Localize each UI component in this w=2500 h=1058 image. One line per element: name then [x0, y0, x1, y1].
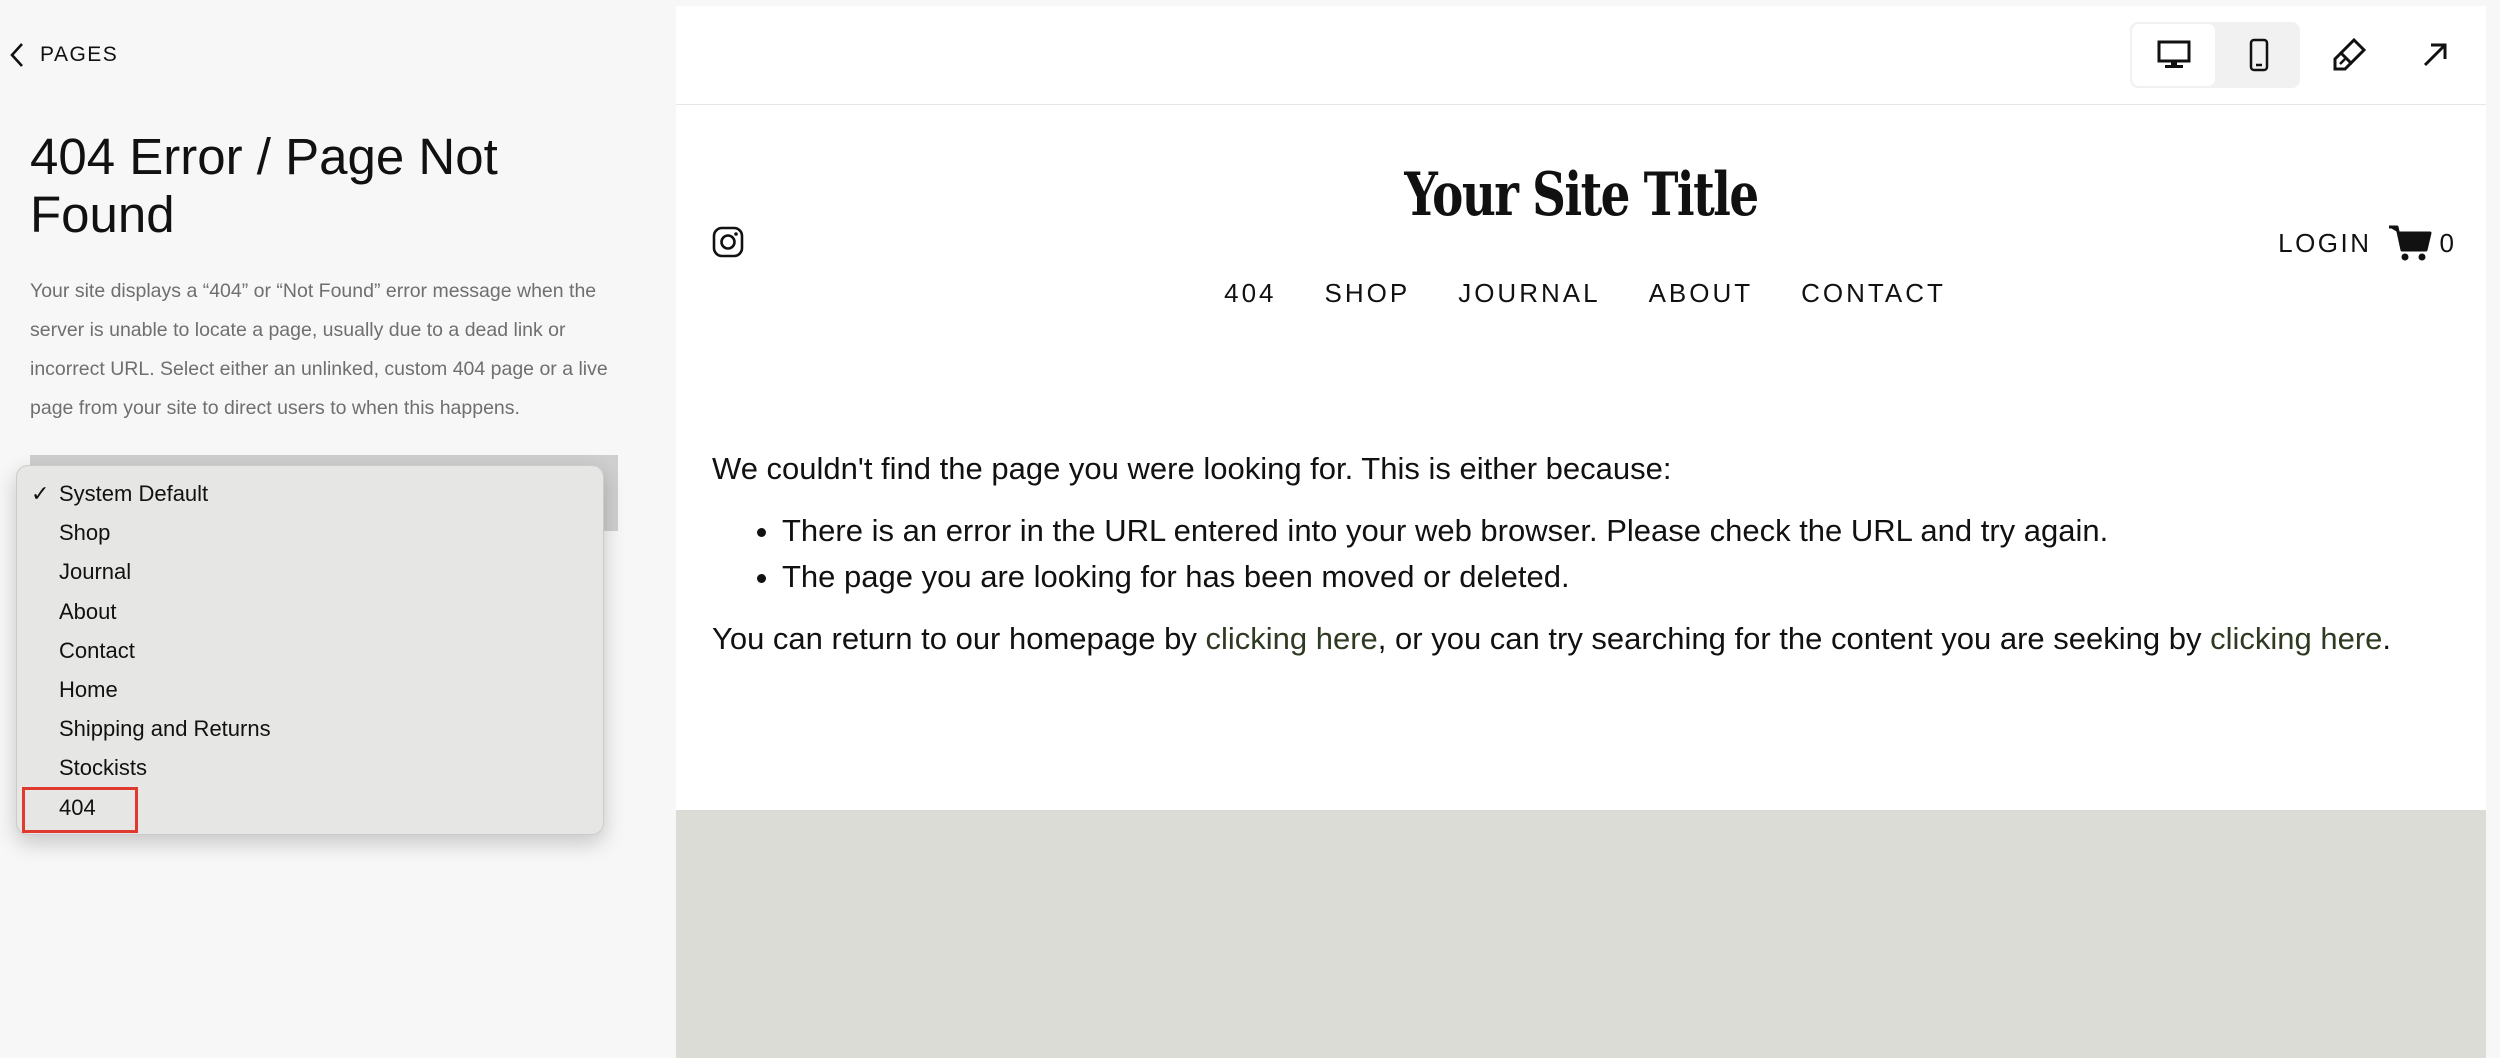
header-actions: LOGIN 0: [2278, 220, 2454, 266]
dropdown-option-stockists[interactable]: Stockists: [17, 748, 603, 787]
dropdown-option-404[interactable]: 404: [17, 788, 603, 827]
dropdown-option-contact[interactable]: Contact: [17, 631, 603, 670]
back-to-pages-link[interactable]: PAGES: [10, 38, 118, 72]
instagram-icon[interactable]: [712, 226, 744, 258]
dropdown-option-system-default[interactable]: ✓ System Default: [17, 474, 603, 513]
dropdown-option-home[interactable]: Home: [17, 670, 603, 709]
footer-section: [676, 810, 2486, 1058]
return-paragraph: You can return to our homepage by clicki…: [712, 621, 2392, 656]
dropdown-option-about[interactable]: About: [17, 592, 603, 631]
page-select-dropdown[interactable]: ✓ System Default Shop Journal About Cont…: [16, 465, 604, 835]
device-toggle: [2130, 22, 2300, 88]
nav-item-journal[interactable]: JOURNAL: [1458, 278, 1600, 309]
login-link[interactable]: LOGIN: [2278, 228, 2371, 259]
dropdown-option-journal[interactable]: Journal: [17, 552, 603, 591]
error-content: We couldn't find the page you were looki…: [712, 446, 2452, 662]
desktop-view-button[interactable]: [2132, 24, 2215, 86]
nav-item-shop[interactable]: SHOP: [1325, 278, 1411, 309]
mobile-icon: [2249, 38, 2268, 72]
search-link[interactable]: clicking here: [2210, 621, 2382, 656]
error-intro: We couldn't find the page you were looki…: [712, 451, 1672, 486]
nav-item-404[interactable]: 404: [1224, 278, 1276, 309]
site-preview: Your Site Title 404 SHOP JOURNAL ABOUT C…: [676, 6, 2486, 1058]
dropdown-option-shipping-and-returns[interactable]: Shipping and Returns: [17, 709, 603, 748]
list-item: There is an error in the URL entered int…: [782, 508, 2452, 554]
error-reasons-list: There is an error in the URL entered int…: [712, 508, 2452, 600]
homepage-link[interactable]: clicking here: [1205, 621, 1377, 656]
panel-description: Your site displays a “404” or “Not Found…: [30, 280, 608, 419]
checkmark-icon: ✓: [31, 481, 50, 506]
site-navigation: 404 SHOP JOURNAL ABOUT CONTACT: [676, 278, 2486, 309]
page-settings-panel: PAGES 404 Error / Page Not Found Your si…: [0, 0, 676, 1058]
site-title[interactable]: Your Site Title: [875, 160, 2287, 230]
cart-count: 0: [2439, 227, 2454, 258]
panel-title: 404 Error / Page Not Found: [30, 128, 498, 243]
dropdown-option-shop[interactable]: Shop: [17, 513, 603, 552]
desktop-icon: [2157, 40, 2190, 68]
mobile-view-button[interactable]: [2217, 24, 2300, 86]
nav-item-contact[interactable]: CONTACT: [1801, 278, 1946, 309]
nav-item-about[interactable]: ABOUT: [1649, 278, 1754, 309]
site-styles-button[interactable]: [2316, 22, 2382, 88]
paintbrush-icon: [2333, 37, 2367, 71]
cart-icon[interactable]: [2388, 223, 2432, 263]
open-site-button[interactable]: [2402, 22, 2468, 88]
list-item: The page you are looking for has been mo…: [782, 554, 2452, 600]
chevron-left-icon: [10, 43, 23, 67]
preview-toolbar: [676, 6, 2486, 105]
arrow-up-right-icon: [2423, 43, 2447, 67]
back-link-label: PAGES: [40, 43, 119, 66]
